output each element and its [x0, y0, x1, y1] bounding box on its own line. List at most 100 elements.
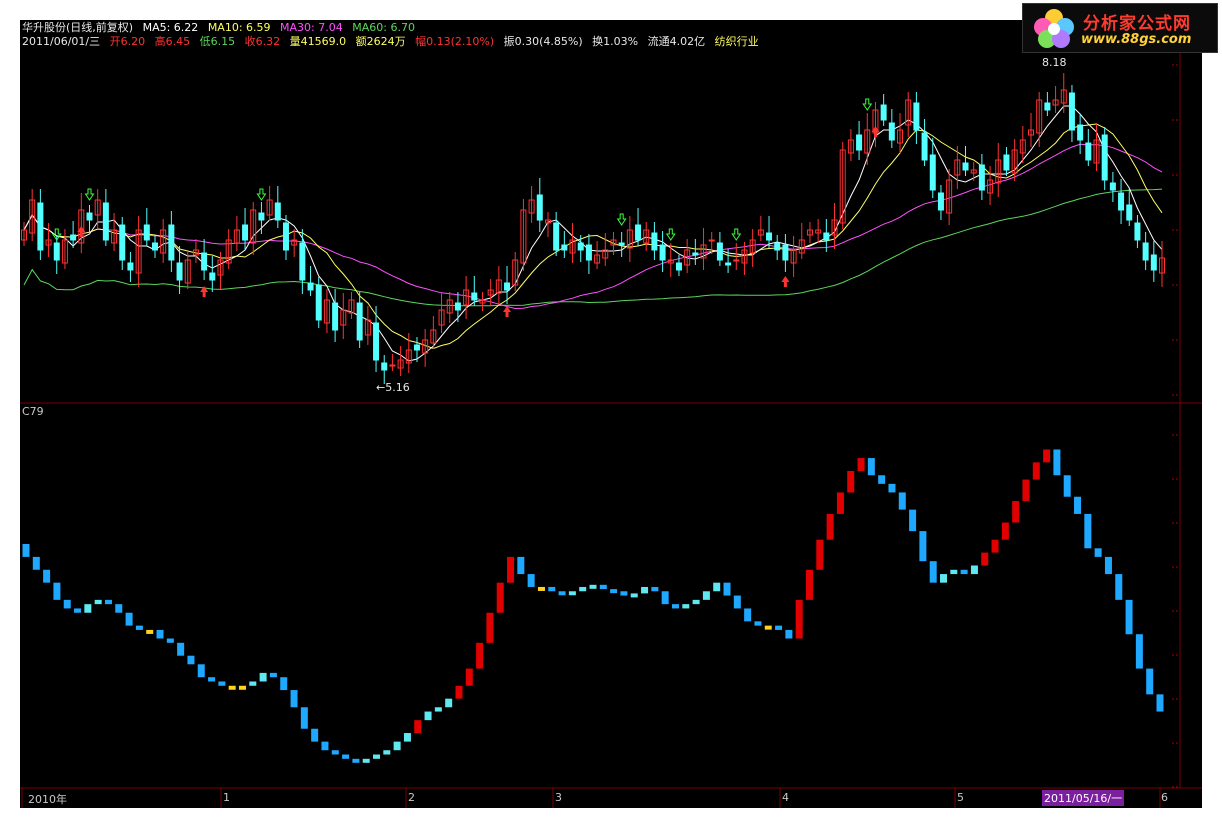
- indicator-bar: [795, 599, 803, 639]
- indicator-bar: [238, 685, 246, 690]
- candle-body: [913, 102, 920, 131]
- high-price-label: 8.18: [1042, 56, 1067, 69]
- candle-body: [127, 262, 134, 271]
- candle-body: [1077, 124, 1084, 141]
- indicator-bar: [84, 604, 92, 613]
- indicator-bar: [620, 591, 628, 596]
- quote-industry: 纺织行业: [714, 35, 759, 48]
- indicator-bar: [249, 681, 257, 686]
- quote-open: 开6.20: [109, 35, 146, 48]
- month-label-3: 3: [555, 791, 562, 804]
- indicator-bar: [836, 492, 844, 514]
- month-label-6: 6: [1161, 791, 1168, 804]
- site-logo[interactable]: 分析家公式网 www.88gs.com: [1022, 3, 1218, 53]
- candle-body: [618, 242, 625, 246]
- candle-body: [774, 242, 781, 251]
- ma30-label: MA30: 7.04: [280, 21, 343, 34]
- candle-body: [315, 284, 322, 321]
- candle-body: [102, 202, 109, 241]
- candle-body: [37, 202, 44, 251]
- quote-volume: 量41569.0: [289, 35, 347, 48]
- sell-arrow-icon: [616, 213, 627, 226]
- indicator-bar: [898, 492, 906, 510]
- ma5-label: MA5: 6.22: [142, 21, 199, 34]
- candle-body: [258, 212, 265, 221]
- candle-body: [70, 234, 77, 241]
- candle-body: [725, 262, 732, 266]
- ma30-line: [23, 143, 1163, 310]
- indicator-bar: [641, 586, 649, 594]
- indicator-bar: [702, 591, 710, 600]
- indicator-bar: [682, 604, 690, 609]
- indicator-bar: [568, 591, 576, 596]
- candle-body: [201, 252, 208, 271]
- candle-body: [1118, 192, 1125, 211]
- indicator-bar: [723, 582, 731, 596]
- indicator-bar: [125, 612, 133, 626]
- indicator-bar: [331, 750, 339, 755]
- indicator-bar: [589, 584, 597, 589]
- candle-body: [274, 202, 281, 221]
- candle-body: [536, 194, 543, 221]
- indicator-bar: [1032, 462, 1040, 480]
- indicator-bar: [527, 574, 535, 587]
- cursor-date: 2011/05/16/一: [1042, 790, 1125, 806]
- indicator-bar: [403, 733, 411, 742]
- indicator-bar: [991, 539, 999, 553]
- indicator-bar: [290, 690, 298, 708]
- candle-body: [373, 322, 380, 361]
- candle-body: [561, 244, 568, 251]
- candle-body: [880, 104, 887, 121]
- indicator-bar: [342, 754, 350, 759]
- indicator-bar: [166, 638, 174, 643]
- candle-body: [888, 122, 895, 141]
- indicator-bar: [135, 625, 143, 630]
- indicator-bar: [929, 561, 937, 583]
- month-label-4: 4: [782, 791, 789, 804]
- low-price-label: ←5.16: [376, 381, 410, 394]
- candle-body: [168, 224, 175, 261]
- candle-body: [1068, 92, 1075, 131]
- quote-high: 高6.45: [154, 35, 191, 48]
- candle-body: [1101, 134, 1108, 181]
- candle-body: [823, 232, 830, 241]
- indicator-bar: [805, 569, 813, 600]
- indicator-bar: [352, 758, 360, 763]
- indicator-bar: [22, 544, 30, 557]
- candle-body: [929, 154, 936, 191]
- candle-body: [299, 242, 306, 281]
- indicator-bar: [94, 599, 102, 605]
- indicator-label: C79: [22, 405, 44, 418]
- candle-body: [1109, 182, 1116, 191]
- indicator-bar: [53, 582, 61, 600]
- candle-body: [1150, 254, 1157, 271]
- candle-body: [937, 192, 944, 211]
- candle-body: [962, 162, 969, 171]
- indicator-bar: [970, 565, 978, 575]
- candle-body: [356, 302, 363, 341]
- candle-body: [242, 224, 249, 241]
- candle-body: [766, 232, 773, 241]
- sell-arrow-icon: [862, 98, 873, 111]
- candle-body: [209, 272, 216, 281]
- candle-body: [151, 242, 158, 251]
- indicator-bar: [764, 625, 772, 630]
- candle-body: [978, 164, 985, 191]
- quote-float: 流通4.02亿: [647, 35, 706, 48]
- quote-low: 低6.15: [199, 35, 236, 48]
- indicator-bar: [599, 584, 607, 590]
- candle-body: [635, 224, 642, 241]
- indicator-bar: [269, 672, 277, 678]
- indicator-bar: [960, 569, 968, 575]
- indicator-bar: [434, 707, 442, 712]
- candle-body: [1134, 222, 1141, 241]
- indicator-bar: [1012, 501, 1020, 523]
- indicator-bar: [1146, 668, 1154, 695]
- indicator-bar: [692, 599, 700, 605]
- indicator-bar: [74, 608, 82, 613]
- candle-body: [1142, 242, 1149, 261]
- candle-body: [1085, 142, 1092, 161]
- indicator-bar: [1074, 496, 1082, 514]
- title-row: 华升股份(日线,前复权) MA5: 6.22 MA10: 6.59 MA30: …: [22, 21, 421, 35]
- indicator-bar: [476, 642, 484, 669]
